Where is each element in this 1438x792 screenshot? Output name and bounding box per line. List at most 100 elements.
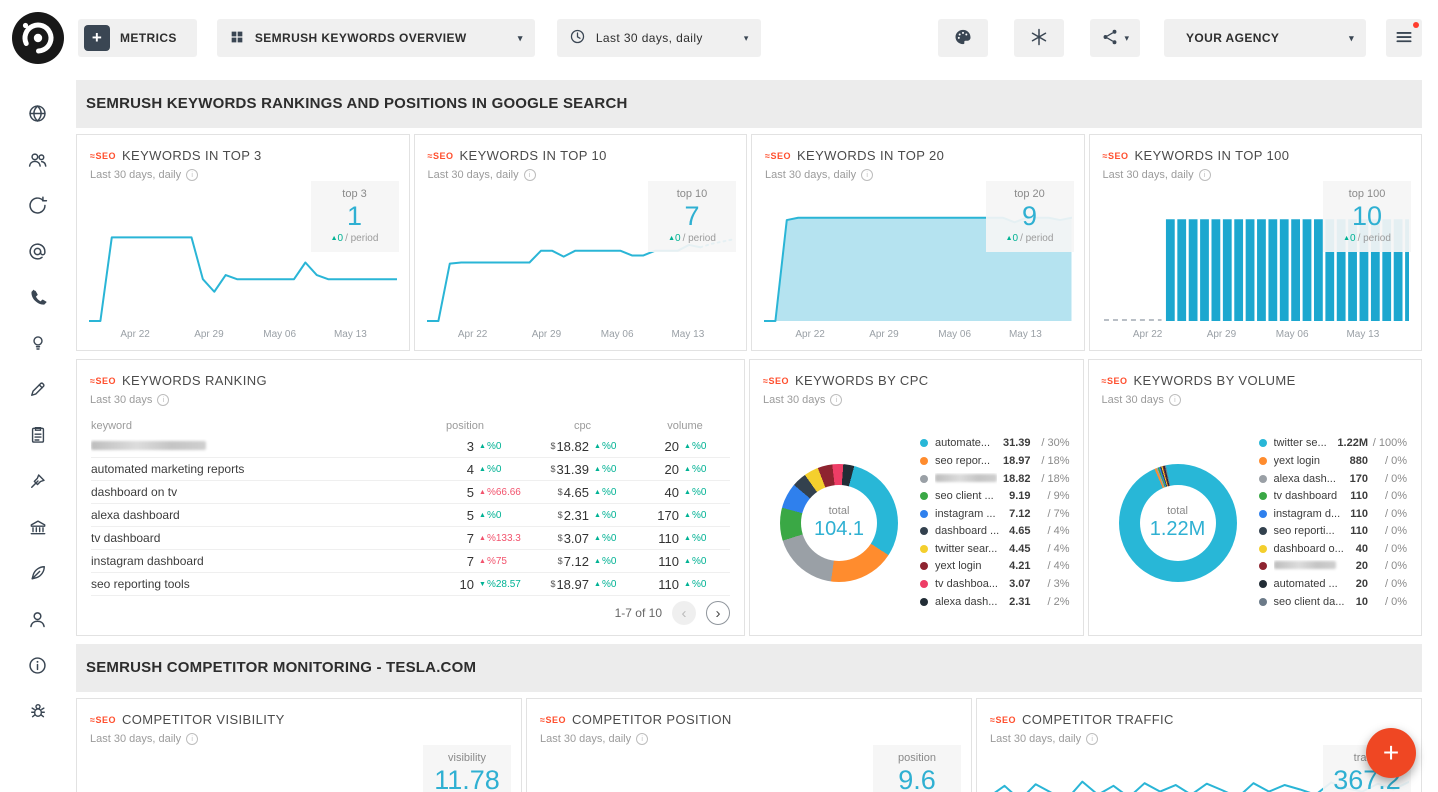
cpc-cell: $3.07▲%0 <box>525 531 640 546</box>
add-widget-fab[interactable]: + <box>1366 728 1416 778</box>
cell-value: 170 <box>657 508 679 523</box>
cpc-cell: $31.39▲%0 <box>525 462 640 477</box>
up-arrow-icon: ▲ <box>684 558 691 565</box>
sidebar-item-design[interactable] <box>15 458 61 504</box>
info-icon[interactable]: i <box>524 169 536 181</box>
axis-tick-label: Apr 22 <box>795 329 824 340</box>
column-header-volume: volume <box>640 420 730 432</box>
share-button[interactable]: ▾ <box>1090 19 1140 57</box>
pencil-icon <box>28 379 48 399</box>
info-icon[interactable]: i <box>636 733 648 745</box>
cell-value: $3.07 <box>558 531 589 546</box>
table-row: instagram dashboard7▲%75$7.12▲%0110▲%0 <box>91 550 730 573</box>
metric-change: ▲0/ period <box>1327 233 1407 244</box>
legend-label: twitter sear... <box>935 543 1003 555</box>
change-badge: ▼%28.57 <box>479 579 525 590</box>
add-metrics-button[interactable]: + METRICS <box>78 19 197 57</box>
metric-value: 1 <box>315 202 395 230</box>
up-arrow-icon: ▲ <box>594 512 601 519</box>
legend-label: alexa dash... <box>1274 473 1344 485</box>
info-icon[interactable]: i <box>1199 169 1211 181</box>
info-icon[interactable]: i <box>830 394 842 406</box>
dashboard-select[interactable]: SEMRUSH KEYWORDS OVERVIEW ▾ <box>217 19 535 57</box>
change-badge: ▲%0 <box>594 487 640 498</box>
legend-value: 4.65 <box>1009 525 1030 537</box>
theme-palette-button[interactable] <box>938 19 988 57</box>
card-subtitle: Last 30 days <box>1102 394 1164 406</box>
pen-icon <box>28 471 48 491</box>
sidebar-item-branding[interactable] <box>15 550 61 596</box>
sidebar-item-account[interactable] <box>15 596 61 642</box>
volume-donut-chart: total 1.22M <box>1119 464 1237 582</box>
legend-value: 10 <box>1356 596 1368 608</box>
cpc-donut-chart: total 104.1 <box>780 464 898 582</box>
legend-percent: / 0% <box>1371 473 1407 485</box>
feather-icon <box>28 563 48 583</box>
legend-percent: / 0% <box>1371 560 1407 572</box>
metric-label: top 10 <box>652 188 732 200</box>
up-arrow-icon: ▲ <box>684 443 691 450</box>
period-select[interactable]: Last 30 days, daily ▾ <box>557 19 761 57</box>
change-badge: ▲%0 <box>594 464 640 475</box>
legend-item: tv dashboa...3.07/ 3% <box>920 575 1070 593</box>
info-icon[interactable]: i <box>186 733 198 745</box>
snowflake-button[interactable] <box>1014 19 1064 57</box>
palette-icon <box>953 27 973 50</box>
sidebar-item-data-refresh[interactable] <box>15 182 61 228</box>
card-keywords-top100: ≈SEOKEYWORDS IN TOP 100 Last 30 days, da… <box>1089 134 1423 351</box>
legend-value: 2.31 <box>1009 596 1030 608</box>
prev-page-button[interactable]: ‹ <box>672 601 696 625</box>
legend-value: 170 <box>1350 473 1368 485</box>
legend-item: instagram d...110/ 0% <box>1259 505 1408 523</box>
up-arrow-icon: ▲ <box>594 443 601 450</box>
clock-icon <box>569 28 586 48</box>
app-logo[interactable] <box>12 12 64 64</box>
info-icon[interactable]: i <box>1086 733 1098 745</box>
legend-color-dot <box>1259 580 1267 588</box>
legend-item: dashboard o...40/ 0% <box>1259 540 1408 558</box>
agency-select-value: YOUR AGENCY <box>1186 31 1339 45</box>
info-icon[interactable]: i <box>1169 394 1181 406</box>
change-badge: ▲%0 <box>479 441 525 452</box>
legend-label <box>1274 560 1350 572</box>
sidebar-item-insights[interactable] <box>15 320 61 366</box>
card-subtitle: Last 30 days, daily <box>428 169 519 181</box>
info-icon[interactable]: i <box>861 169 873 181</box>
sidebar-item-mentions[interactable] <box>15 228 61 274</box>
legend-label: yext login <box>935 560 1003 572</box>
redacted-label <box>1274 561 1336 569</box>
info-icon[interactable]: i <box>186 169 198 181</box>
main-content: SEMRUSH KEYWORDS RANKINGS AND POSITIONS … <box>75 76 1438 792</box>
legend-value: 20 <box>1356 578 1368 590</box>
currency-symbol: $ <box>550 579 555 589</box>
legend-label: seo reporti... <box>1274 525 1345 537</box>
donut-total-value: 104.1 <box>814 518 864 541</box>
sidebar-item-integrations[interactable] <box>15 688 61 734</box>
sidebar-item-reports[interactable] <box>15 412 61 458</box>
hamburger-icon <box>1394 27 1414 50</box>
legend-label: seo client da... <box>1274 596 1350 608</box>
pagination-info: 1-7 of 10 <box>615 606 662 620</box>
vol-cell: 110▲%0 <box>640 577 730 592</box>
next-page-button[interactable]: › <box>706 601 730 625</box>
sidebar-item-editor[interactable] <box>15 366 61 412</box>
legend-color-dot <box>920 562 928 570</box>
currency-symbol: $ <box>558 533 563 543</box>
sidebar-item-clients[interactable] <box>15 136 61 182</box>
semrush-icon: ≈SEO <box>763 376 789 386</box>
menu-button[interactable] <box>1386 19 1422 57</box>
keyword-cell: alexa dashboard <box>91 508 405 522</box>
up-arrow-icon: ▲ <box>479 466 486 473</box>
sidebar-item-agency[interactable] <box>15 504 61 550</box>
agency-select[interactable]: YOUR AGENCY ▾ <box>1164 19 1366 57</box>
cell-value: 7 <box>467 531 474 546</box>
info-icon[interactable]: i <box>157 394 169 406</box>
sidebar-item-calls[interactable] <box>15 274 61 320</box>
sidebar-item-web[interactable] <box>15 90 61 136</box>
metric-label: top 100 <box>1327 188 1407 200</box>
sidebar-item-info[interactable] <box>15 642 61 688</box>
card-keywords-top20: ≈SEOKEYWORDS IN TOP 20 Last 30 days, dai… <box>751 134 1085 351</box>
section-title-competitors: SEMRUSH COMPETITOR MONITORING - TESLA.CO… <box>76 644 1422 692</box>
top-bar: + METRICS SEMRUSH KEYWORDS OVERVIEW ▾ La… <box>0 0 1438 76</box>
vol-cell: 20▲%0 <box>640 462 730 477</box>
